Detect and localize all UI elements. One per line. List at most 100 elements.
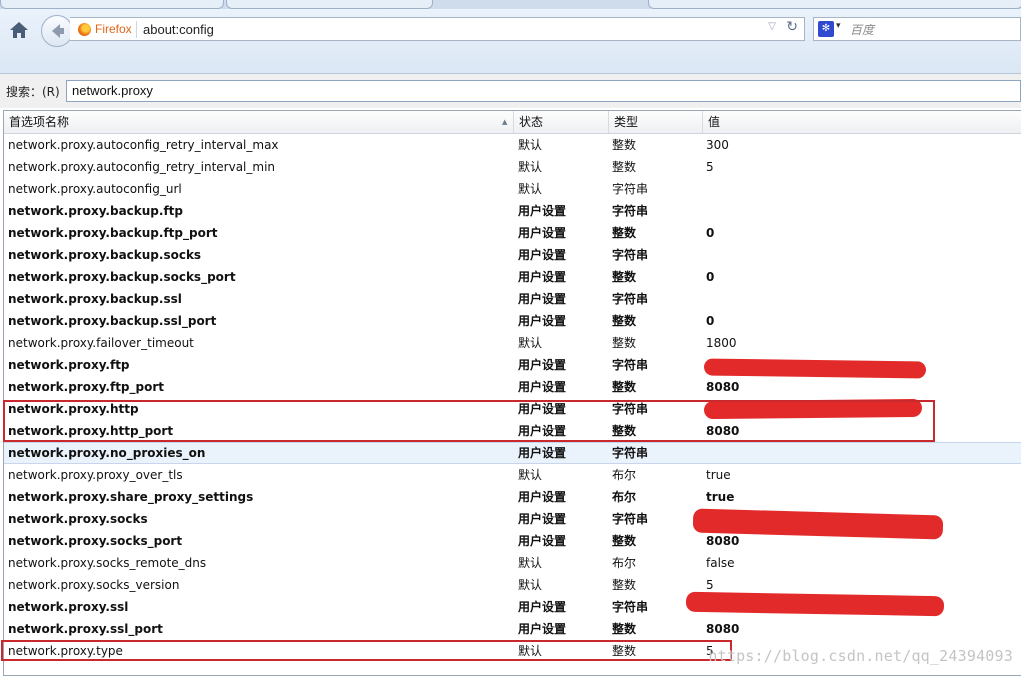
table-row[interactable]: network.proxy.backup.ftp_port 用户设置 整数 0 (4, 222, 1021, 244)
pref-name-cell: network.proxy.ftp (8, 358, 130, 372)
pref-name-cell: network.proxy.share_proxy_settings (8, 490, 254, 504)
pref-name-cell: network.proxy.backup.ftp (8, 204, 183, 218)
pref-type-cell: 整数 (612, 380, 637, 394)
table-row[interactable]: network.proxy.autoconfig_url 默认 字符串 (4, 178, 1021, 200)
pref-type-cell: 整数 (612, 578, 637, 592)
search-placeholder[interactable]: 百度 (850, 21, 874, 38)
pref-value-cell: 300 (706, 138, 729, 152)
browser-tab[interactable] (648, 0, 1021, 9)
reload-icon[interactable]: ↻ (786, 19, 798, 35)
table-row[interactable]: network.proxy.no_proxies_on 用户设置 字符串 (4, 442, 1021, 464)
pref-type-cell: 整数 (612, 534, 637, 548)
pref-name-cell: network.proxy.autoconfig_retry_interval_… (8, 138, 279, 152)
pref-status-cell: 默认 (518, 578, 543, 592)
pref-type-cell: 字符串 (612, 182, 649, 196)
pref-status-cell: 用户设置 (518, 314, 567, 328)
pref-value-cell: false (706, 556, 735, 570)
column-header-value[interactable]: 值 (703, 111, 1021, 133)
table-row[interactable]: network.proxy.proxy_over_tls 默认 布尔 true (4, 464, 1021, 486)
pref-name-cell: network.proxy.socks_port (8, 534, 183, 548)
config-filter-bar: 搜索：(R) network.proxy (0, 74, 1021, 108)
pref-value-cell: 0 (706, 226, 715, 240)
table-row[interactable]: network.proxy.backup.socks 用户设置 字符串 (4, 244, 1021, 266)
pref-type-cell: 字符串 (612, 446, 649, 460)
pref-status-cell: 用户设置 (518, 534, 567, 548)
pref-name-cell: network.proxy.ssl (8, 600, 129, 614)
pref-status-cell: 用户设置 (518, 512, 567, 526)
column-header-type[interactable]: 类型 (609, 111, 703, 133)
pref-value-cell: true (706, 468, 731, 482)
pref-type-cell: 字符串 (612, 204, 649, 218)
pref-name-cell: network.proxy.proxy_over_tls (8, 468, 183, 482)
pref-value-cell: 1800 (706, 336, 737, 350)
table-row[interactable]: network.proxy.backup.socks_port 用户设置 整数 0 (4, 266, 1021, 288)
identity-label[interactable]: Firefox (95, 22, 132, 36)
pref-status-cell: 用户设置 (518, 226, 567, 240)
pref-status-cell: 默认 (518, 182, 543, 196)
pref-status-cell: 用户设置 (518, 380, 567, 394)
pref-name-cell: network.proxy.backup.ssl_port (8, 314, 217, 328)
pref-type-cell: 布尔 (612, 556, 637, 570)
table-row[interactable]: network.proxy.ssl_port 用户设置 整数 8080 (4, 618, 1021, 640)
config-search-input[interactable]: network.proxy (66, 80, 1021, 102)
pref-name-cell: network.proxy.socks_remote_dns (8, 556, 207, 570)
pref-type-cell: 字符串 (612, 512, 649, 526)
watermark: https://blog.csdn.net/qq_24394093 (708, 647, 1013, 665)
pref-name-cell: network.proxy.backup.ssl (8, 292, 182, 306)
pref-status-cell: 用户设置 (518, 270, 567, 284)
back-button[interactable] (41, 15, 73, 47)
tab-strip (0, 0, 1021, 9)
pref-type-cell: 整数 (612, 138, 637, 152)
table-row[interactable]: network.proxy.socks_remote_dns 默认 布尔 false (4, 552, 1021, 574)
home-icon (10, 22, 28, 38)
pref-name-cell: network.proxy.socks (8, 512, 148, 526)
sort-ascending-icon: ▲ (502, 118, 508, 126)
table-row[interactable]: network.proxy.ftp_port 用户设置 整数 8080 (4, 376, 1021, 398)
pref-type-cell: 字符串 (612, 248, 649, 262)
pref-name-cell: network.proxy.backup.ftp_port (8, 226, 218, 240)
url-text[interactable]: about:config (143, 22, 214, 37)
pref-value-cell: 0 (706, 314, 715, 328)
pref-name-cell: network.proxy.backup.socks (8, 248, 202, 262)
navigation-toolbar: Firefox about:config ▽ ↻ ✻ ▾ 百度 (0, 9, 1021, 74)
browser-tab[interactable] (226, 0, 433, 9)
table-row[interactable]: network.proxy.backup.ssl_port 用户设置 整数 0 (4, 310, 1021, 332)
pref-name-cell: network.proxy.no_proxies_on (8, 446, 206, 460)
preferences-table: 首选项名称 ▲ 状态 类型 值 network.proxy.autoconfig… (3, 110, 1021, 676)
redaction-mark (703, 358, 927, 379)
column-header-status[interactable]: 状态 (514, 111, 609, 133)
pref-status-cell: 用户设置 (518, 490, 567, 504)
pref-status-cell: 用户设置 (518, 358, 567, 372)
highlight-box-http (3, 400, 935, 442)
search-bar[interactable]: ✻ ▾ 百度 (813, 17, 1021, 41)
search-engine-dropdown-icon[interactable]: ▾ (836, 21, 841, 31)
dropdown-arrow-icon[interactable]: ▽ (768, 21, 776, 32)
pref-status-cell: 默认 (518, 556, 543, 570)
pref-name-cell: network.proxy.socks_version (8, 578, 180, 592)
home-button[interactable] (8, 20, 30, 40)
highlight-box-type (1, 640, 732, 661)
pref-value-cell: true (706, 490, 735, 504)
pref-status-cell: 默认 (518, 468, 543, 482)
table-row[interactable]: network.proxy.autoconfig_retry_interval_… (4, 134, 1021, 156)
pref-status-cell: 用户设置 (518, 600, 567, 614)
baidu-paw-icon[interactable]: ✻ (818, 21, 834, 37)
url-bar[interactable]: Firefox about:config ▽ ↻ (70, 17, 805, 41)
pref-type-cell: 整数 (612, 160, 637, 174)
pref-type-cell: 整数 (612, 270, 637, 284)
browser-tab[interactable] (0, 0, 224, 9)
table-row[interactable]: network.proxy.share_proxy_settings 用户设置 布尔… (4, 486, 1021, 508)
search-label: 搜索：(R) (6, 85, 60, 99)
table-row[interactable]: network.proxy.failover_timeout 默认 整数 1800 (4, 332, 1021, 354)
pref-type-cell: 整数 (612, 226, 637, 240)
pref-name-cell: network.proxy.backup.socks_port (8, 270, 236, 284)
pref-status-cell: 默认 (518, 160, 543, 174)
firefox-icon (78, 23, 91, 36)
column-header-name[interactable]: 首选项名称 (4, 111, 514, 133)
table-row[interactable]: network.proxy.socks_version 默认 整数 5 (4, 574, 1021, 596)
pref-value-cell: 0 (706, 270, 715, 284)
table-row[interactable]: network.proxy.backup.ftp 用户设置 字符串 (4, 200, 1021, 222)
table-row[interactable]: network.proxy.autoconfig_retry_interval_… (4, 156, 1021, 178)
table-row[interactable]: network.proxy.backup.ssl 用户设置 字符串 (4, 288, 1021, 310)
pref-status-cell: 默认 (518, 138, 543, 152)
